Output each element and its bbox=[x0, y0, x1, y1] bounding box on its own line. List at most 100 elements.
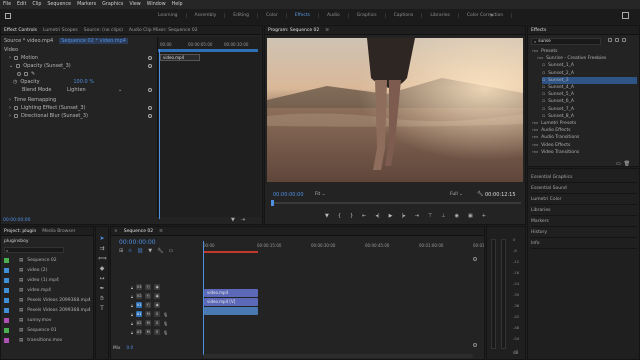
label-color-swatch[interactable] bbox=[4, 327, 9, 333]
side-panel-tab[interactable]: Essential Graphics bbox=[531, 173, 637, 183]
project-item[interactable]: ▤ video.mp4 bbox=[4, 286, 51, 294]
tab-lumetri-scopes[interactable]: Lumetri Scopes bbox=[43, 28, 78, 33]
effects-list-item[interactable]: ›▭ Sunrise - Creative Freebies bbox=[537, 55, 606, 62]
opacity-value[interactable]: 100.0 % bbox=[73, 79, 94, 85]
accelerated-icon[interactable] bbox=[608, 38, 612, 42]
fit-dropdown[interactable]: Fit ⌄ bbox=[315, 192, 325, 197]
sync-lock-icon[interactable]: ⎗ bbox=[145, 284, 152, 290]
go-to-out-icon[interactable]: ⇥ bbox=[415, 213, 419, 219]
mark-in-icon[interactable]: { bbox=[338, 213, 341, 219]
compare-icon[interactable]: ▣ bbox=[468, 213, 473, 219]
project-item[interactable]: ▤ Pexels Videos 2099368.mp4 bbox=[4, 306, 91, 314]
type-tool-icon[interactable]: T bbox=[98, 305, 106, 313]
pen-tool-icon[interactable]: ✒ bbox=[98, 285, 106, 293]
scrub-bar[interactable] bbox=[271, 202, 521, 204]
workspace-overflow-icon[interactable]: » bbox=[490, 12, 494, 19]
menu-graphics[interactable]: Graphics bbox=[102, 2, 123, 7]
sequence-label[interactable]: Sequence 02 * video.mp4 bbox=[59, 37, 128, 44]
menu-file[interactable]: File bbox=[3, 2, 11, 7]
snap-icon[interactable]: ∩ bbox=[128, 248, 132, 254]
side-panel-tab[interactable]: Essential Sound bbox=[531, 184, 637, 194]
side-panel-tab[interactable]: Markers bbox=[531, 217, 637, 227]
menu-markers[interactable]: Markers bbox=[77, 2, 96, 7]
track-target-button[interactable]: A2 bbox=[136, 320, 143, 326]
ripple-edit-tool-icon[interactable]: ⟺ bbox=[98, 255, 107, 263]
effects-list-item[interactable]: ›▭ Audio Effects bbox=[532, 127, 571, 134]
ellipse-mask-icon[interactable] bbox=[17, 71, 21, 76]
effects-list-item[interactable]: ▫ Sunset_2_A bbox=[542, 70, 574, 77]
label-color-swatch[interactable] bbox=[4, 337, 9, 343]
sync-lock-icon[interactable]: ⎗ bbox=[145, 302, 152, 308]
hamburger-icon[interactable]: ≡ bbox=[325, 28, 329, 33]
project-search-field[interactable]: ⌕ bbox=[4, 247, 64, 253]
project-item[interactable]: ▤ Pexels Videos 2099368.mp4 bbox=[4, 296, 91, 304]
menu-window[interactable]: Window bbox=[147, 2, 166, 7]
new-bin-icon[interactable]: ▭ bbox=[616, 161, 621, 166]
tab-sequence[interactable]: Sequence 02 bbox=[124, 229, 153, 234]
microphone-icon[interactable]: 🎙︎ bbox=[163, 321, 168, 326]
mute-button[interactable]: M bbox=[145, 320, 152, 326]
effects-list-item[interactable]: ›▭ Lumetri Presets bbox=[532, 120, 576, 127]
eye-icon[interactable]: ◉ bbox=[154, 284, 161, 290]
go-to-in-icon[interactable]: ⇤ bbox=[362, 213, 366, 219]
label-color-swatch[interactable] bbox=[4, 267, 9, 273]
tab-captions[interactable]: Captions bbox=[386, 13, 423, 18]
side-panel-tab[interactable]: History bbox=[531, 228, 637, 238]
mute-button[interactable]: M bbox=[145, 311, 152, 317]
ec-work-area-bar[interactable] bbox=[158, 49, 258, 52]
slip-tool-icon[interactable]: ↔ bbox=[98, 275, 106, 283]
scroll-handle-bottom[interactable] bbox=[473, 343, 477, 347]
mute-button[interactable]: M bbox=[145, 329, 152, 335]
tab-media-browser[interactable]: Media Browser bbox=[42, 229, 75, 234]
tab-effect-controls[interactable]: Effect Controls bbox=[4, 28, 37, 33]
side-panel-tab[interactable]: Lumetri Color bbox=[531, 195, 637, 205]
project-item[interactable]: ▤ sunny.mov bbox=[4, 316, 51, 324]
expand-icon[interactable]: › bbox=[9, 113, 11, 119]
side-panel-tab[interactable]: Libraries bbox=[531, 206, 637, 216]
microphone-icon[interactable]: 🎙︎ bbox=[163, 312, 168, 317]
add-button-icon[interactable]: + bbox=[482, 213, 486, 219]
effects-list-item[interactable]: ▫ Sunset_8_A bbox=[542, 113, 574, 120]
project-item[interactable]: ▤ Sequence 02 bbox=[4, 256, 57, 264]
close-icon[interactable]: × bbox=[114, 229, 118, 234]
effects-list-item[interactable]: ▫ Sunset_4_A bbox=[542, 84, 574, 91]
export-frame-icon[interactable]: ⇥ bbox=[241, 217, 245, 223]
timeline-clip[interactable]: video.mp4 [V] bbox=[204, 298, 258, 306]
tab-project[interactable]: Project: plugin bbox=[4, 229, 36, 234]
tab-assembly[interactable]: Assembly bbox=[187, 13, 226, 18]
timeline-settings-icon[interactable]: 🔧︎ bbox=[157, 248, 163, 254]
effects-title[interactable]: Effects bbox=[531, 28, 546, 33]
ec-clip[interactable]: video.mp4 bbox=[160, 54, 200, 61]
lock-icon[interactable]: 🔒︎ bbox=[131, 312, 133, 317]
ec-timecode[interactable]: 00:00:00:00 bbox=[3, 218, 30, 223]
program-timecode[interactable]: 00:00:00:00 bbox=[273, 192, 304, 198]
track-target-button[interactable]: V2 bbox=[136, 293, 143, 299]
expand-icon[interactable]: › bbox=[9, 105, 11, 111]
track-target-button[interactable]: A1 bbox=[136, 311, 143, 317]
project-item[interactable]: ▤ transitions.mov bbox=[4, 336, 62, 344]
reset-icon[interactable] bbox=[148, 88, 152, 92]
reset-icon[interactable] bbox=[148, 106, 152, 110]
tab-color-correction[interactable]: Color Correction bbox=[459, 13, 513, 18]
trash-icon[interactable]: 🗑︎ bbox=[624, 161, 630, 166]
source-label[interactable]: Source * video.mp4 bbox=[4, 38, 53, 44]
label-color-swatch[interactable] bbox=[4, 257, 9, 263]
label-color-swatch[interactable] bbox=[4, 317, 9, 323]
hand-tool-icon[interactable]: ✋︎ bbox=[98, 295, 106, 303]
32bit-icon[interactable] bbox=[615, 38, 619, 42]
tab-audio[interactable]: Audio bbox=[319, 13, 349, 18]
yuv-icon[interactable] bbox=[622, 38, 626, 42]
sync-lock-icon[interactable]: ⎗ bbox=[145, 293, 152, 299]
mark-out-icon[interactable]: } bbox=[350, 213, 353, 219]
track-target-button[interactable]: V3 bbox=[136, 284, 143, 290]
lift-icon[interactable]: ⊤ bbox=[428, 213, 432, 219]
tab-color[interactable]: Color bbox=[258, 13, 287, 18]
tab-effects[interactable]: Effects bbox=[287, 13, 319, 18]
solo-button[interactable]: S bbox=[154, 320, 161, 326]
tab-audio-clip-mixer[interactable]: Audio Clip Mixer: Sequence 02 bbox=[129, 28, 198, 33]
horizontal-scrollbar[interactable] bbox=[203, 354, 473, 358]
effects-list-item[interactable]: ›▭ Audio Transitions bbox=[532, 134, 579, 141]
eye-icon[interactable]: ◉ bbox=[154, 293, 161, 299]
chevron-down-icon[interactable]: ⌄ bbox=[118, 87, 122, 93]
microphone-icon[interactable]: 🎙︎ bbox=[163, 330, 168, 335]
